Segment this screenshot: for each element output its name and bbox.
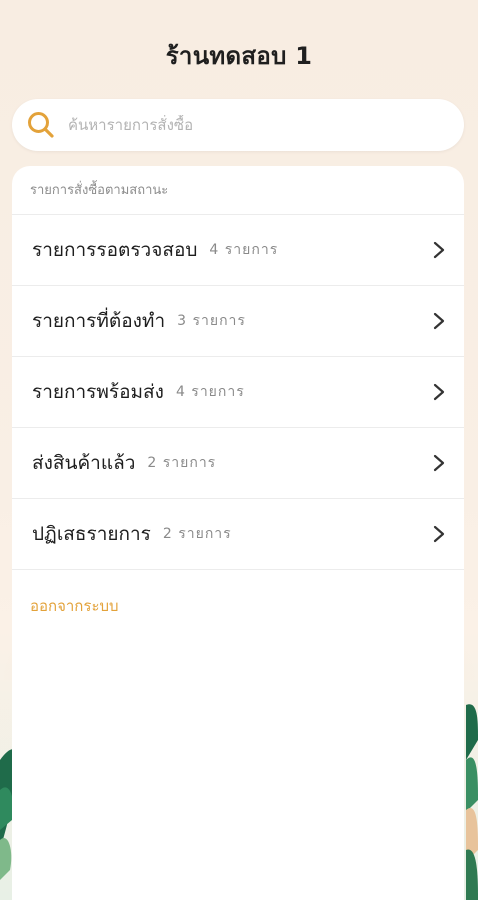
- row-count: 4 รายการ: [209, 242, 279, 258]
- row-count: 4 รายการ: [175, 384, 245, 400]
- chevron-right-icon: [433, 454, 445, 472]
- row-count: 2 รายการ: [162, 526, 232, 542]
- order-status-to-do[interactable]: รายการที่ต้องทำ 3 รายการ: [12, 286, 464, 357]
- row-count: 2 รายการ: [147, 455, 217, 471]
- section-label: รายการสั่งซื้อตามสถานะ: [12, 166, 464, 215]
- orders-card: รายการสั่งซื้อตามสถานะ รายการรอตรวจสอบ 4…: [12, 166, 464, 900]
- row-label: รายการรอตรวจสอบ: [32, 239, 198, 261]
- row-label: ส่งสินค้าแล้ว: [32, 452, 136, 474]
- search-input[interactable]: [66, 115, 464, 135]
- row-label: รายการที่ต้องทำ: [32, 310, 166, 332]
- chevron-right-icon: [433, 312, 445, 330]
- order-status-ready-to-ship[interactable]: รายการพร้อมส่ง 4 รายการ: [12, 357, 464, 428]
- right-leaves: [466, 704, 478, 900]
- search-icon: [28, 112, 54, 138]
- chevron-right-icon: [433, 383, 445, 401]
- logout-link[interactable]: ออกจากระบบ: [12, 594, 119, 618]
- search-bar[interactable]: [12, 99, 464, 151]
- row-label: รายการพร้อมส่ง: [32, 381, 164, 403]
- row-count: 3 รายการ: [177, 313, 246, 329]
- row-label: ปฏิเสธรายการ: [32, 523, 151, 545]
- chevron-right-icon: [433, 241, 445, 259]
- order-status-pending-review[interactable]: รายการรอตรวจสอบ 4 รายการ: [12, 215, 464, 286]
- order-status-shipped[interactable]: ส่งสินค้าแล้ว 2 รายการ: [12, 428, 464, 499]
- chevron-right-icon: [433, 525, 445, 543]
- page-title: ร้านทดสอบ 1: [165, 42, 313, 70]
- order-status-rejected[interactable]: ปฏิเสธรายการ 2 รายการ: [12, 499, 464, 570]
